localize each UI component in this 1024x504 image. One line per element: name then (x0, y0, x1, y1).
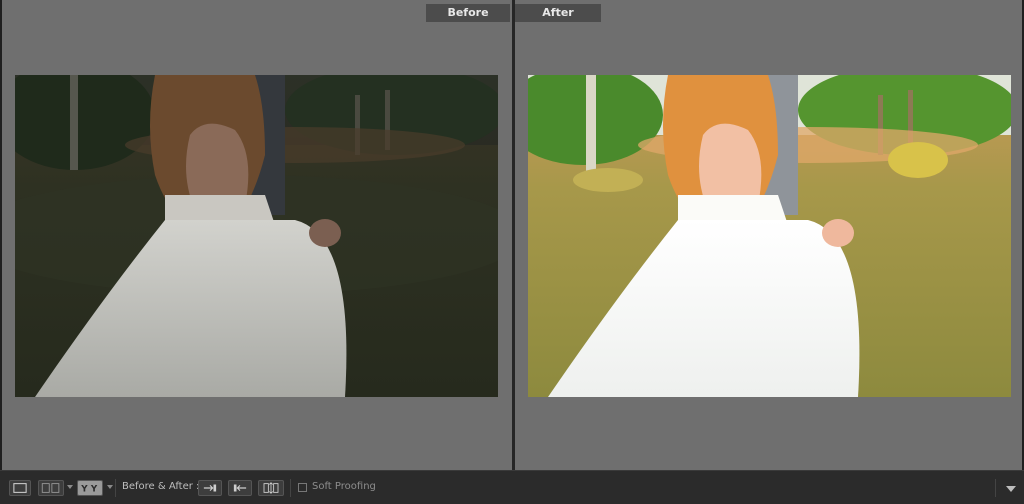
before-photo[interactable] (15, 75, 498, 397)
swap-before-after-icon[interactable] (258, 480, 284, 496)
toolbar-separator (290, 479, 291, 497)
after-pane: After (515, 0, 1022, 470)
svg-text:Y: Y (90, 485, 98, 495)
toolbar-separator (115, 479, 116, 497)
soft-proofing-checkbox[interactable] (298, 483, 307, 492)
bottom-toolbar: YY Before & After : Soft Proofing (0, 470, 1024, 504)
svg-text:Y: Y (80, 485, 88, 495)
toolbar-menu-icon[interactable] (1006, 486, 1016, 492)
view-options-caret-icon[interactable] (67, 485, 73, 489)
split-view-icon[interactable]: YY (77, 480, 103, 496)
before-after-label: Before & After : (122, 481, 200, 492)
after-photo-image (528, 75, 1011, 397)
side-by-side-view-icon[interactable] (38, 480, 64, 496)
loupe-view-icon[interactable] (9, 480, 31, 496)
toolbar-separator (995, 479, 996, 497)
after-photo[interactable] (528, 75, 1011, 397)
copy-before-to-after-icon[interactable] (228, 480, 252, 496)
swap-settings-icon[interactable] (198, 480, 222, 496)
before-label: Before (426, 4, 510, 22)
after-label: After (515, 4, 601, 22)
before-pane: Before (2, 0, 512, 470)
before-photo-image (15, 75, 498, 397)
soft-proofing-label: Soft Proofing (312, 481, 376, 492)
split-options-caret-icon[interactable] (107, 485, 113, 489)
lightroom-compare-window: Before After Y Y Before & After: Soft P… (0, 0, 1024, 504)
